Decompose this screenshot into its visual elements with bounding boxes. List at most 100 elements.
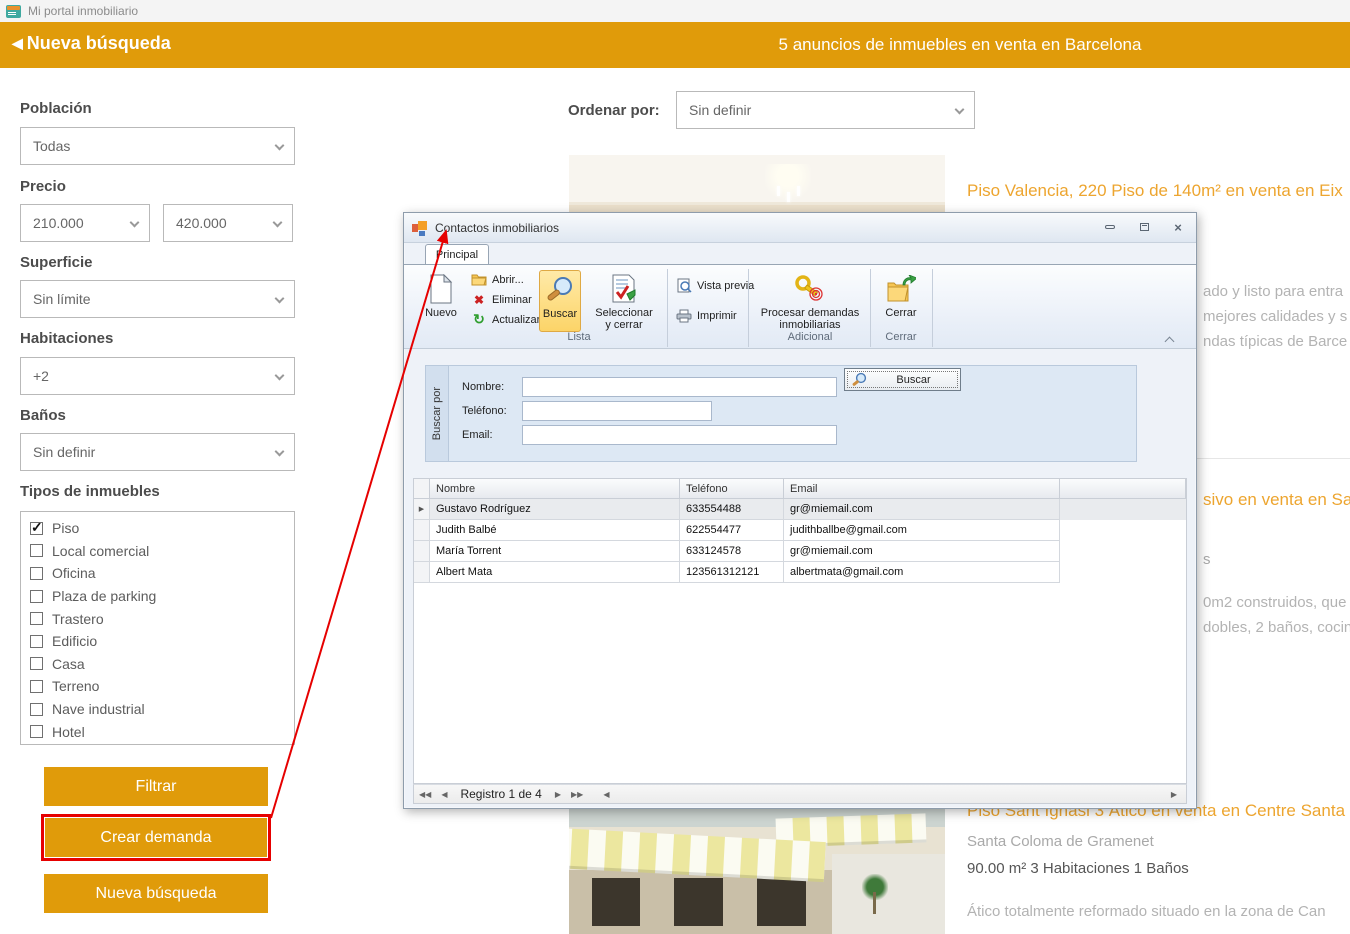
checkbox-edificio[interactable]: Edificio (30, 630, 294, 653)
dialog-app-icon (412, 220, 428, 236)
listing2-title-link[interactable]: sivo en venta en Sa (1203, 490, 1350, 510)
listing1-title-link[interactable]: Piso Valencia, 220 Piso de 140m² en vent… (967, 181, 1343, 201)
col-email[interactable]: Email (784, 479, 1060, 499)
checkbox-unchecked (30, 590, 43, 603)
listing2-meta: s (1203, 551, 1211, 568)
photo-decoration (832, 854, 945, 934)
checkbox-label: Casa (52, 656, 85, 672)
cell-email[interactable]: albertmata@gmail.com (784, 562, 1060, 583)
back-label: Nueva búsqueda (27, 33, 171, 54)
checkbox-checked: ✓ (30, 522, 43, 535)
vista-previa-button[interactable]: Vista previa (676, 277, 754, 294)
checkbox-label: Nave industrial (52, 701, 145, 717)
search-panel: Buscar por Nombre: Teléfono: Email: (425, 365, 1137, 462)
minimize-button[interactable] (1102, 220, 1118, 234)
checkbox-oficina[interactable]: Oficina (30, 562, 294, 585)
first-record-button[interactable]: ◀◀ (414, 790, 436, 799)
habitaciones-select[interactable]: +2 (20, 357, 295, 395)
checkbox-trastero[interactable]: Trastero (30, 607, 294, 630)
collapse-ribbon-button[interactable] (1166, 335, 1174, 343)
cell-email[interactable]: judithballbe@gmail.com (784, 520, 1060, 541)
table-header-row[interactable]: Nombre Teléfono Email (414, 479, 1186, 499)
cell-email[interactable]: gr@miemail.com (784, 499, 1060, 520)
banos-select[interactable]: Sin definir (20, 433, 295, 471)
eliminar-button[interactable]: ✖ Eliminar (471, 291, 532, 308)
nueva-busqueda-button[interactable]: Nueva búsqueda (44, 874, 268, 913)
cell-telefono[interactable]: 622554477 (680, 520, 784, 541)
table-row[interactable]: Albert Mata 123561312121 albertmata@gmai… (414, 562, 1186, 583)
abrir-button[interactable]: Abrir... (471, 271, 524, 288)
col-telefono[interactable]: Teléfono (680, 479, 784, 499)
prev-record-button[interactable]: ◀ (436, 790, 452, 799)
cell-telefono[interactable]: 633554488 (680, 499, 784, 520)
chevron-down-icon (130, 218, 140, 228)
table-row[interactable]: María Torrent 633124578 gr@miemail.com (414, 541, 1186, 562)
new-document-icon (429, 273, 453, 305)
actualizar-label: Actualizar (492, 314, 540, 326)
next-record-button[interactable]: ▶ (550, 790, 566, 799)
buscar-por-label: Buscar por (431, 387, 443, 440)
chevron-down-icon (275, 294, 285, 304)
seleccionar-y-cerrar-button[interactable]: Seleccionary cerrar (585, 270, 663, 332)
desc-line: ado y listo para entra (1203, 279, 1347, 304)
last-record-button[interactable]: ▶▶ (566, 790, 588, 799)
procesar-demandas-button[interactable]: Procesar demandasinmobiliarias (754, 270, 866, 332)
cell-telefono[interactable]: 633124578 (680, 541, 784, 562)
close-folder-icon (886, 273, 916, 305)
checkbox-piso[interactable]: ✓ Piso (30, 517, 294, 540)
superficie-select[interactable]: Sin límite (20, 280, 295, 318)
checkbox-terreno[interactable]: Terreno (30, 675, 294, 698)
col-nombre[interactable]: Nombre (430, 479, 680, 499)
cell-nombre[interactable]: Gustavo Rodríguez (430, 499, 680, 520)
crear-demanda-button[interactable]: Crear demanda (45, 818, 267, 857)
precio-label: Precio (20, 178, 66, 195)
cell-nombre[interactable]: Albert Mata (430, 562, 680, 583)
email-input[interactable] (522, 425, 837, 445)
checkbox-hotel[interactable]: Hotel (30, 720, 294, 743)
filter-sidebar: Población Todas Precio 210.000 420.000 S… (20, 90, 295, 930)
nuevo-button[interactable]: Nuevo (417, 270, 465, 332)
app-window-icon (6, 5, 21, 18)
checkbox-label: Local comercial (52, 543, 149, 559)
key-icon (794, 273, 826, 305)
precio-min-select[interactable]: 210.000 (20, 204, 150, 242)
telefono-input[interactable] (522, 401, 712, 421)
cell-email[interactable]: gr@miemail.com (784, 541, 1060, 562)
buscar-ribbon-button[interactable]: Buscar (539, 270, 581, 332)
poblacion-label: Población (20, 100, 92, 117)
tab-principal[interactable]: Principal (425, 244, 489, 264)
precio-max-select[interactable]: 420.000 (163, 204, 293, 242)
listing3-image[interactable] (569, 800, 945, 934)
restore-button[interactable] (1136, 220, 1152, 234)
back-button[interactable]: ◀ Nueva búsqueda (12, 33, 171, 54)
table-row[interactable]: Judith Balbé 622554477 judithballbe@gmai… (414, 520, 1186, 541)
checkbox-unchecked (30, 635, 43, 648)
app-header: ◀ Nueva búsqueda 5 anuncios de inmuebles… (0, 22, 1350, 68)
cerrar-button[interactable]: Cerrar (876, 270, 926, 332)
chevron-down-icon (273, 218, 283, 228)
habitaciones-label: Habitaciones (20, 330, 113, 347)
check-icon: ✓ (31, 519, 43, 536)
header-selector-cell (414, 479, 430, 499)
checkbox-casa[interactable]: Casa (30, 653, 294, 676)
filtrar-button[interactable]: Filtrar (44, 767, 268, 806)
cell-nombre[interactable]: Judith Balbé (430, 520, 680, 541)
scroll-left-button[interactable]: ◀ (598, 790, 614, 799)
procesar-label1: Procesar demandas (761, 307, 859, 319)
nombre-input[interactable] (522, 377, 837, 397)
checkbox-plaza-de-parking[interactable]: Plaza de parking (30, 585, 294, 608)
buscar-submit-button[interactable]: Buscar (844, 368, 961, 391)
scroll-right-button[interactable]: ▶ (1166, 790, 1182, 799)
checkbox-local-comercial[interactable]: Local comercial (30, 540, 294, 563)
dialog-titlebar[interactable]: Contactos inmobiliarios × (404, 213, 1196, 243)
cell-telefono[interactable]: 123561312121 (680, 562, 784, 583)
cell-nombre[interactable]: María Torrent (430, 541, 680, 562)
sort-select[interactable]: Sin definir (676, 91, 975, 129)
table-row[interactable]: ▶ Gustavo Rodríguez 633554488 gr@miemail… (414, 499, 1186, 520)
poblacion-select[interactable]: Todas (20, 127, 295, 165)
checkbox-nave-industrial[interactable]: Nave industrial (30, 698, 294, 721)
actualizar-button[interactable]: ↻ Actualizar (471, 311, 540, 328)
imprimir-button[interactable]: Imprimir (676, 307, 737, 324)
close-button[interactable]: × (1170, 220, 1186, 234)
contactos-dialog: Contactos inmobiliarios × Principal Nuev… (403, 212, 1197, 809)
